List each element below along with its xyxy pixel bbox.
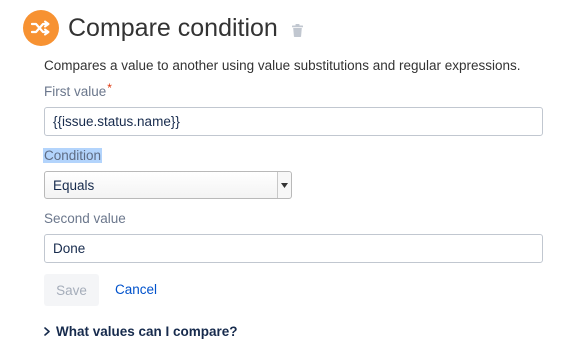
second-value-field[interactable] <box>44 234 543 263</box>
panel-header: Compare condition <box>23 9 303 47</box>
condition-label: Condition <box>43 148 103 163</box>
chevron-down-icon[interactable] <box>277 172 291 198</box>
page-title: Compare condition <box>68 14 278 42</box>
compare-condition-panel: Compare condition Compares a value to an… <box>0 0 571 364</box>
shuffle-icon <box>31 20 51 36</box>
second-value-label: Second value <box>44 211 126 226</box>
first-value-label: First value* <box>44 81 112 99</box>
description-text: Compares a value to another using value … <box>44 58 521 73</box>
condition-select[interactable]: Equals <box>44 171 292 199</box>
chevron-right-icon <box>44 327 50 336</box>
condition-selected-value: Equals <box>53 177 95 193</box>
condition-badge <box>23 10 59 46</box>
help-expander[interactable]: What values can I compare? <box>44 324 238 339</box>
first-value-label-text: First value <box>44 84 107 99</box>
first-value-field[interactable] <box>44 107 543 136</box>
trash-icon[interactable] <box>291 23 303 37</box>
cancel-link[interactable]: Cancel <box>115 282 157 297</box>
save-button[interactable]: Save <box>44 274 99 306</box>
help-expander-label: What values can I compare? <box>56 324 238 339</box>
required-marker: * <box>107 81 112 95</box>
